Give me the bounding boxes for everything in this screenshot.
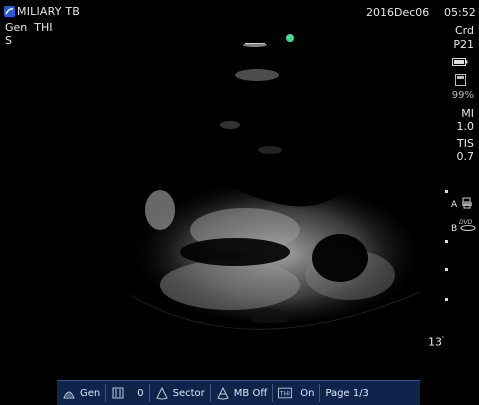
tis-label: TIS	[457, 137, 474, 150]
skin-line-marker	[245, 43, 265, 44]
page-label: Page 1/3	[325, 387, 369, 399]
battery-icon	[452, 58, 468, 66]
storage-icon	[455, 74, 466, 86]
depth-tick	[445, 240, 448, 243]
gain-value: 0	[137, 387, 144, 399]
depth-tick	[445, 298, 448, 301]
exam-title: MILIARY TB	[17, 5, 81, 18]
printer-icon[interactable]	[461, 197, 473, 209]
marker-b: B	[451, 224, 458, 234]
brand-icon	[4, 6, 15, 17]
mb-control[interactable]: MB Off	[211, 381, 272, 405]
gen-control[interactable]: Gen	[57, 381, 105, 405]
depth-value: 13'	[428, 335, 444, 349]
status-bar: Gen 0 Sector MB Off THI On Page 1/3	[57, 380, 420, 405]
depth-tick	[445, 268, 448, 271]
sector-icon	[155, 386, 168, 400]
gen-icon	[63, 391, 75, 399]
sector-label: Sector	[172, 387, 205, 399]
exam-type: Crd	[455, 24, 474, 37]
gen-label: Gen	[80, 387, 101, 399]
sector-control[interactable]: Sector	[150, 381, 210, 405]
ultrasound-image	[129, 43, 421, 330]
time-label: 05:52	[444, 6, 476, 19]
dvd-icon[interactable]: DVD	[459, 218, 477, 232]
sub-mode-label: S	[5, 34, 12, 47]
tis-value: 0.7	[456, 150, 475, 163]
thi-value: On	[300, 387, 315, 399]
date-label: 2016Dec06	[366, 6, 430, 19]
thi-icon: THI	[278, 387, 293, 399]
imaging-preset: Gen THI	[5, 21, 53, 34]
mi-label: MI	[461, 107, 474, 120]
marker-a: A	[451, 200, 458, 210]
battery-percent: 99%	[451, 90, 474, 101]
mb-icon	[217, 386, 229, 400]
probe-label: P21	[453, 38, 474, 51]
orientation-marker	[286, 34, 294, 42]
svg-text:DVD: DVD	[459, 219, 473, 226]
mi-value: 1.0	[456, 120, 475, 133]
depth-tick	[445, 190, 448, 193]
gain-control[interactable]: 0	[106, 381, 148, 405]
mb-label: MB Off	[233, 387, 268, 399]
svg-text:THI: THI	[279, 391, 290, 398]
gain-icon	[112, 387, 124, 399]
page-indicator[interactable]: Page 1/3	[320, 381, 373, 405]
thi-control[interactable]: THI On	[273, 381, 319, 405]
